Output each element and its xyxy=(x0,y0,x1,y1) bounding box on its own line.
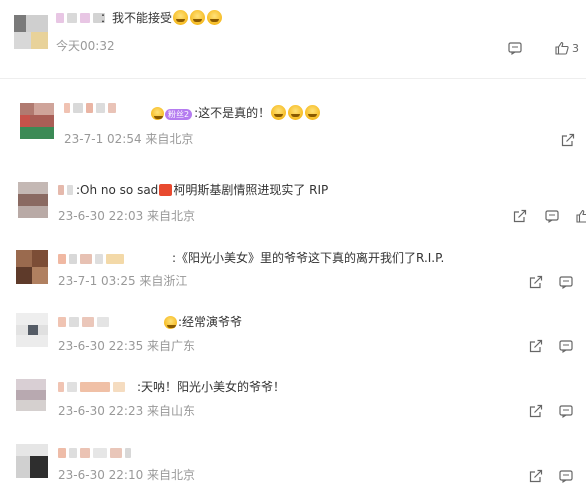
crying-emoji-icon xyxy=(207,10,223,25)
comment-item: :《阳光小美女》里的爷爷这下真的离开我们了R.I.P. 23-7-1 03:25… xyxy=(0,244,586,304)
like-count: 3 xyxy=(572,42,579,55)
comment-text: :天呐！阳光小美女的爷爷！ xyxy=(137,380,286,394)
share-icon[interactable] xyxy=(529,469,543,483)
crying-emoji-icon xyxy=(271,105,287,120)
comment-icon[interactable] xyxy=(559,404,573,418)
comment-item: :经常演爷爷 23-6-30 22:35 来自广东 xyxy=(0,307,586,367)
comment-text: :《阳光小美女》里的爷爷这下真的离开我们了R.I.P. xyxy=(172,251,445,265)
comment-time: 23-6-30 22:03 来自北京 xyxy=(58,209,196,223)
comment-text: 粉丝2:这不是真的！ xyxy=(150,105,321,121)
comment-time: 23-7-1 03:25 来自浙江 xyxy=(58,274,188,288)
share-icon[interactable] xyxy=(513,209,527,223)
comment-item: :Oh no so sad 柯明斯基剧情照进现实了 RIP 23-6-30 22:… xyxy=(0,175,586,235)
share-icon[interactable] xyxy=(529,339,543,353)
crying-emoji-icon xyxy=(173,10,189,25)
comment-icon[interactable] xyxy=(559,469,573,483)
avatar[interactable] xyxy=(20,103,54,139)
avatar[interactable] xyxy=(18,182,48,218)
username[interactable] xyxy=(58,252,127,266)
comment-icon[interactable] xyxy=(545,209,559,223)
crying-emoji-icon xyxy=(190,10,206,25)
comment-icon[interactable] xyxy=(559,339,573,353)
comment-icon[interactable] xyxy=(559,275,573,289)
comment-time: 今天00:32 xyxy=(56,39,115,53)
avatar[interactable] xyxy=(16,379,46,411)
username[interactable] xyxy=(58,446,134,460)
crying-emoji-icon xyxy=(305,105,321,120)
avatar[interactable] xyxy=(16,444,48,478)
divider xyxy=(0,78,586,79)
comment-icon[interactable] xyxy=(508,41,522,55)
comment-time: 23-7-1 02:54 来自北京 xyxy=(64,132,194,146)
thumbs-up-icon[interactable] xyxy=(576,209,586,223)
comment-time: 23-6-30 22:10 来自北京 xyxy=(58,468,196,482)
share-icon[interactable] xyxy=(561,133,575,147)
share-icon[interactable] xyxy=(529,404,543,418)
username[interactable] xyxy=(64,101,119,115)
username[interactable] xyxy=(58,380,128,394)
comment-text: :经常演爷爷 xyxy=(163,314,242,330)
comment-item: 23-6-30 22:10 来自北京 xyxy=(0,438,586,498)
comment-time: 23-6-30 22:23 来自山东 xyxy=(58,404,196,418)
comment-text: ：我不能接受 xyxy=(100,10,223,26)
crying-emoji-icon xyxy=(288,105,304,120)
comment-item: 粉丝2:这不是真的！ 23-7-1 02:54 来自北京 xyxy=(0,88,586,158)
avatar[interactable] xyxy=(14,15,48,49)
comment-item: ：我不能接受 今天00:32 3 xyxy=(0,0,586,70)
emoji-icon xyxy=(164,316,177,329)
fan-badge: 粉丝2 xyxy=(165,109,193,120)
avatar[interactable] xyxy=(16,313,48,347)
emoji-icon xyxy=(151,107,164,120)
comment-time: 23-6-30 22:35 来自广东 xyxy=(58,339,196,353)
comment-text: :Oh no so sad 柯明斯基剧情照进现实了 RIP xyxy=(58,182,328,198)
avatar[interactable] xyxy=(16,250,48,284)
username[interactable] xyxy=(58,185,64,195)
gift-emoji-icon xyxy=(159,184,173,196)
username[interactable] xyxy=(58,315,112,329)
thumbs-up-icon[interactable] xyxy=(555,41,569,55)
comment-item: :天呐！阳光小美女的爷爷！ 23-6-30 22:23 来自山东 xyxy=(0,372,586,432)
share-icon[interactable] xyxy=(529,275,543,289)
